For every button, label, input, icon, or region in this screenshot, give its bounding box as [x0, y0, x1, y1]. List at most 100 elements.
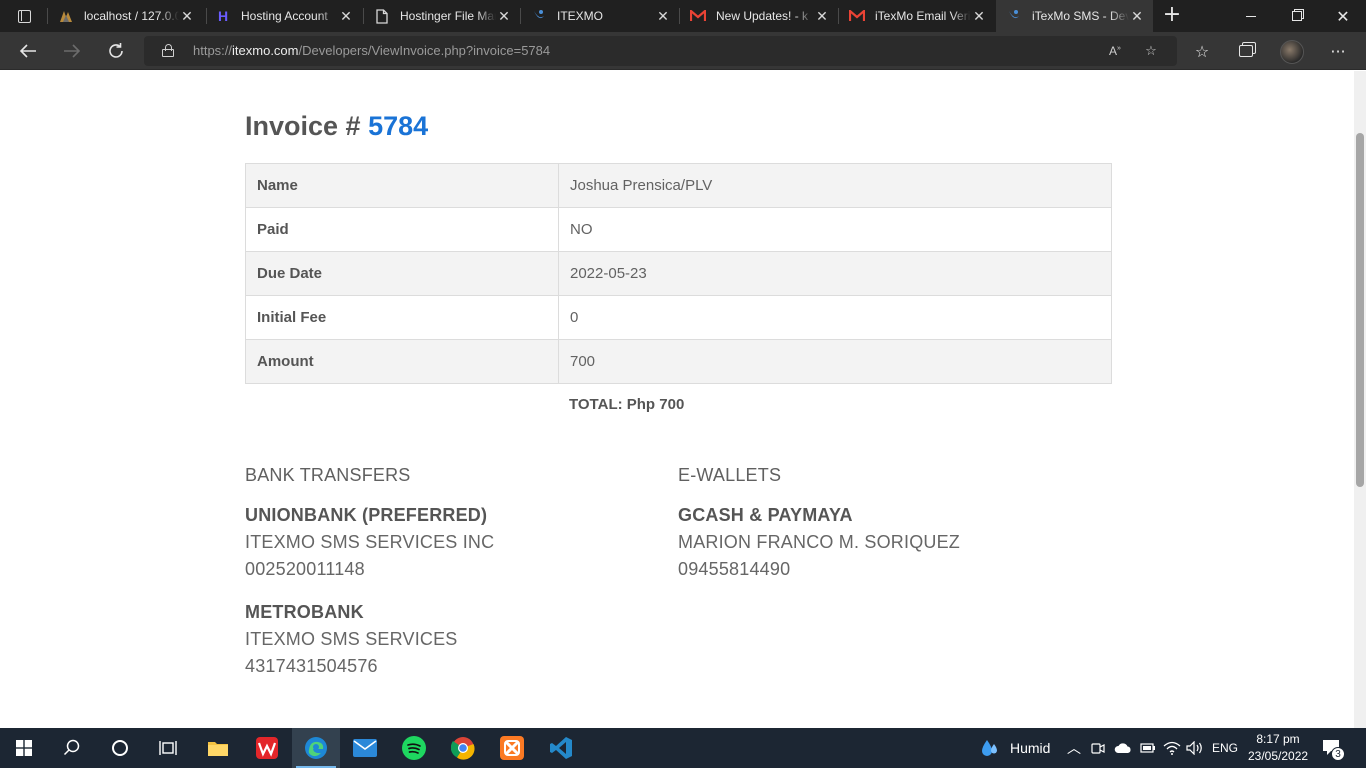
read-aloud-icon[interactable]: A»: [1106, 42, 1124, 60]
chrome-button[interactable]: [439, 728, 487, 768]
xampp-button[interactable]: [488, 728, 536, 768]
document-icon: [374, 8, 390, 24]
row-value: 2022-05-23: [558, 251, 1112, 296]
close-icon[interactable]: ✕: [655, 8, 671, 25]
bank-transfers-heading: BANK TRANSFERS: [245, 465, 411, 485]
invoice-title-label: Invoice #: [245, 111, 361, 141]
language-indicator[interactable]: ENG: [1212, 728, 1238, 768]
start-button[interactable]: [0, 728, 48, 768]
itexmo-icon: [1006, 8, 1022, 24]
row-label: Initial Fee: [245, 295, 559, 340]
tab-actions-button[interactable]: [10, 6, 38, 26]
arrow-right-icon: [64, 44, 81, 58]
back-button[interactable]: [13, 38, 43, 64]
task-view-icon: [159, 741, 177, 755]
tab-itexmo-email-verification[interactable]: iTexMo Email Verification ✕: [839, 0, 995, 32]
tab-itexmo-sms-developers[interactable]: iTexMo SMS - Developers ✕: [996, 0, 1153, 32]
wifi-icon[interactable]: [1163, 728, 1181, 768]
weather-widget[interactable]: Humid: [980, 728, 1050, 768]
settings-menu-button[interactable]: ···: [1323, 38, 1353, 64]
tab-new-updates[interactable]: New Updates! - k ✕: [680, 0, 838, 32]
page-scrollbar[interactable]: [1354, 71, 1366, 728]
url-scheme: https://: [193, 43, 233, 58]
ewallet-account-name: MARION FRANCO M. SORIQUEZ: [678, 532, 961, 552]
tab-title: ITEXMO: [557, 9, 604, 23]
water-drop-icon: [982, 740, 997, 756]
battery-icon[interactable]: [1140, 728, 1156, 768]
bank-account-name: ITEXMO SMS SERVICES INC: [245, 532, 495, 552]
row-value: NO: [558, 207, 1112, 252]
add-favorite-icon[interactable]: ☆: [1142, 42, 1160, 60]
close-icon[interactable]: ✕: [338, 8, 354, 25]
favorites-button[interactable]: ☆: [1187, 38, 1217, 64]
minimize-button[interactable]: [1228, 0, 1274, 32]
minimize-icon: [1246, 15, 1256, 17]
close-icon[interactable]: ✕: [814, 8, 830, 25]
cortana-button[interactable]: [96, 728, 144, 768]
ewallet-name: GCASH & PAYMAYA: [678, 505, 853, 525]
invoice-total: TOTAL: Php 700: [569, 396, 685, 413]
search-button[interactable]: [48, 728, 96, 768]
url-text[interactable]: https://itexmo.com/Developers/ViewInvoic…: [193, 43, 550, 58]
tab-title: iTexMo Email Verification: [875, 9, 971, 23]
tab-hostinger-file-manager[interactable]: Hostinger File Manager ✕: [364, 0, 520, 32]
row-value: 0: [558, 295, 1112, 340]
tab-itexmo[interactable]: ITEXMO ✕: [521, 0, 679, 32]
ewallet-account-number: 09455814490: [678, 559, 791, 579]
row-value: 700: [558, 339, 1112, 384]
hostinger-icon: H: [217, 8, 229, 24]
ewallet-block-gcash: GCASH & PAYMAYA MARION FRANCO M. SORIQUE…: [678, 502, 960, 583]
url-host: itexmo.com: [232, 43, 299, 58]
new-tab-button[interactable]: +: [1161, 4, 1183, 28]
tab-title: Hosting Account: [241, 9, 328, 23]
mail-button[interactable]: [341, 728, 389, 768]
show-hidden-icons-button[interactable]: ︿: [1067, 728, 1081, 768]
restore-button[interactable]: [1274, 0, 1320, 32]
close-icon[interactable]: ✕: [496, 8, 512, 25]
meet-now-icon[interactable]: [1091, 728, 1105, 768]
browser-toolbar: https://itexmo.com/Developers/ViewInvoic…: [0, 32, 1366, 70]
tab-title: localhost / 127.0.0.1: [84, 9, 179, 23]
refresh-button[interactable]: [101, 38, 131, 64]
windows-taskbar: Humid ︿ ENG 8:17 pm 23/05/2022 3: [0, 728, 1366, 768]
refresh-icon: [109, 43, 123, 58]
address-bar[interactable]: https://itexmo.com/Developers/ViewInvoic…: [144, 36, 1177, 66]
taskbar-clock[interactable]: 8:17 pm 23/05/2022: [1248, 731, 1308, 765]
tab-actions-icon: [17, 9, 31, 23]
tab-hosting-account[interactable]: H Hosting Account ✕: [207, 0, 362, 32]
tab-localhost[interactable]: localhost / 127.0.0.1 ✕: [48, 0, 203, 32]
restore-icon: [1292, 11, 1302, 21]
bank-name: UNIONBANK (PREFERRED): [245, 505, 488, 525]
volume-icon[interactable]: [1186, 728, 1204, 768]
row-label: Amount: [245, 339, 559, 384]
search-icon: [63, 739, 80, 756]
close-icon[interactable]: ✕: [971, 8, 987, 25]
table-row: Amount 700: [245, 339, 1112, 384]
language-text: ENG: [1212, 741, 1239, 755]
onedrive-icon[interactable]: [1114, 728, 1132, 768]
scrollbar-thumb[interactable]: [1356, 133, 1364, 487]
close-icon[interactable]: ✕: [179, 8, 195, 25]
tab-title: Hostinger File Manager: [400, 9, 496, 23]
xampp-icon: [500, 736, 524, 760]
edge-button[interactable]: [292, 728, 340, 768]
profile-avatar[interactable]: [1280, 40, 1304, 64]
forward-button[interactable]: [57, 38, 87, 64]
collections-button[interactable]: [1231, 38, 1261, 64]
close-window-button[interactable]: ✕: [1320, 0, 1366, 32]
task-view-button[interactable]: [144, 728, 192, 768]
invoice-title: Invoice # 5784: [245, 111, 428, 142]
itexmo-icon: [531, 8, 547, 24]
collections-icon: [1239, 45, 1253, 57]
spotify-button[interactable]: [390, 728, 438, 768]
vscode-button[interactable]: [537, 728, 585, 768]
file-explorer-button[interactable]: [194, 728, 242, 768]
bank-name: METROBANK: [245, 602, 364, 622]
close-icon[interactable]: ✕: [1129, 8, 1145, 25]
page-content: Invoice # 5784 Name Joshua Prensica/PLV …: [0, 71, 1354, 728]
table-row: Name Joshua Prensica/PLV: [245, 163, 1112, 208]
wps-office-button[interactable]: [243, 728, 291, 768]
notifications-button[interactable]: 3: [1322, 728, 1345, 768]
lock-icon: [162, 44, 174, 57]
close-icon: ✕: [1336, 6, 1350, 26]
